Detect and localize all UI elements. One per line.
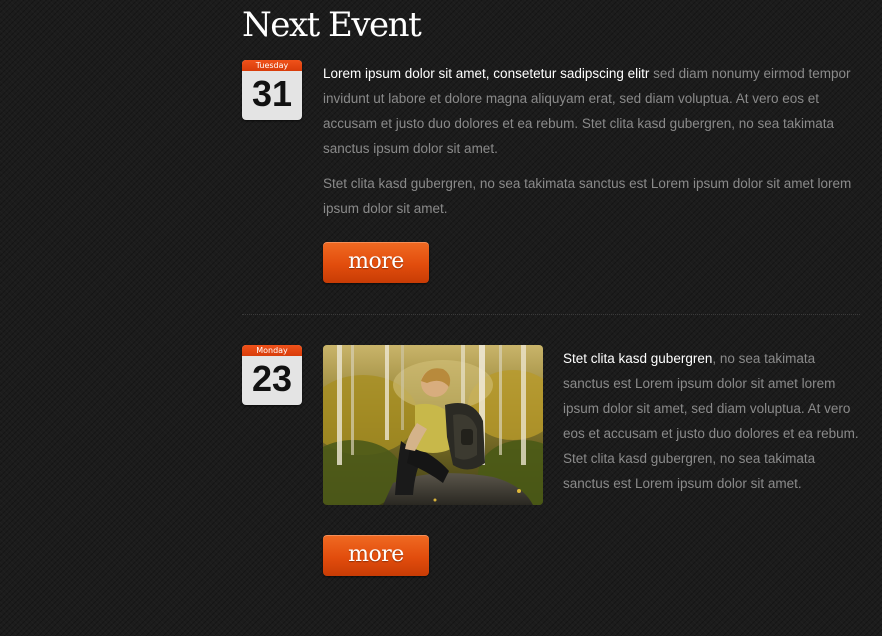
event-photo: [323, 345, 543, 505]
event-paragraph: Lorem ipsum dolor sit amet, consetetur s…: [323, 61, 859, 161]
event-body-text: , no sea takimata sanctus est Lorem ipsu…: [563, 351, 859, 491]
event-paragraph: Stet clita kasd gubergren, no sea takima…: [563, 346, 863, 496]
event-lead-text: Stet clita kasd gubergren: [563, 351, 713, 366]
calendar-day-number: 23: [251, 358, 293, 399]
calendar-day-number: 31: [251, 73, 293, 114]
event-date-calendar: Tuesday 31: [242, 60, 302, 120]
more-button[interactable]: more: [323, 535, 429, 576]
event-description: Stet clita kasd gubergren, no sea takima…: [563, 346, 863, 496]
event-paragraph: Stet clita kasd gubergren, no sea takima…: [323, 176, 852, 216]
event-divider: [242, 314, 860, 315]
event-description-extra: Stet clita kasd gubergren, no sea takima…: [323, 171, 859, 221]
calendar-weekday: Monday: [242, 345, 302, 356]
event-lead-text: Lorem ipsum dolor sit amet, consetetur s…: [323, 66, 650, 81]
photo-boy-with-backpack-icon: [323, 345, 543, 505]
calendar-weekday: Tuesday: [242, 60, 302, 71]
event-description: Lorem ipsum dolor sit amet, consetetur s…: [323, 61, 859, 161]
page-title: Next Event: [242, 5, 422, 45]
more-button[interactable]: more: [323, 242, 429, 283]
event-date-calendar: Monday 23: [242, 345, 302, 405]
